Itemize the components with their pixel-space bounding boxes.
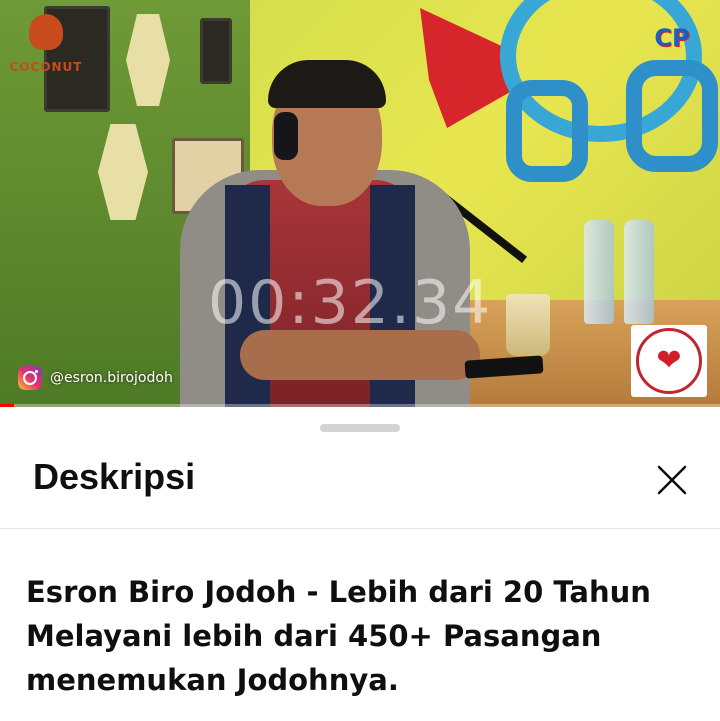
headset <box>274 112 298 160</box>
sheet-title: Deskripsi <box>33 456 196 497</box>
channel-logo-text: CP <box>654 24 690 52</box>
headphone-mural <box>626 60 718 172</box>
instagram-handle: @esron.birojodoh <box>50 370 173 386</box>
brand-logo-text: COCONUT <box>9 60 83 74</box>
club-badge: ❤ <box>631 325 707 397</box>
drink-cup <box>506 294 550 356</box>
video-title: Esron Biro Jodoh - Lebih dari 20 Tahun M… <box>26 575 651 697</box>
headphone-mural <box>506 80 588 182</box>
divider <box>0 528 720 529</box>
video-player[interactable]: COCONUT CP 00:32.34 @esron.birojodoh ❤ <box>0 0 720 407</box>
instagram-icon <box>18 366 42 390</box>
badge-ring: ❤ <box>636 328 702 394</box>
close-icon <box>657 465 687 495</box>
instagram-tag: @esron.birojodoh <box>18 364 173 392</box>
water-bottle <box>584 220 614 324</box>
channel-logo: CP <box>646 18 698 70</box>
rooster-icon <box>29 14 63 50</box>
wall-frame <box>200 18 232 84</box>
brand-logo: COCONUT <box>8 14 84 90</box>
timecode-overlay: 00:32.34 <box>208 268 493 338</box>
progress-fill <box>0 404 15 407</box>
drag-handle[interactable] <box>320 424 400 432</box>
person-hair <box>268 60 386 108</box>
water-bottle <box>624 220 654 324</box>
description-sheet: Deskripsi Esron Biro Jodoh - Lebih dari … <box>0 408 720 721</box>
heart-icon: ❤ <box>656 343 682 378</box>
progress-bar[interactable] <box>0 404 720 407</box>
close-button[interactable] <box>652 460 692 500</box>
